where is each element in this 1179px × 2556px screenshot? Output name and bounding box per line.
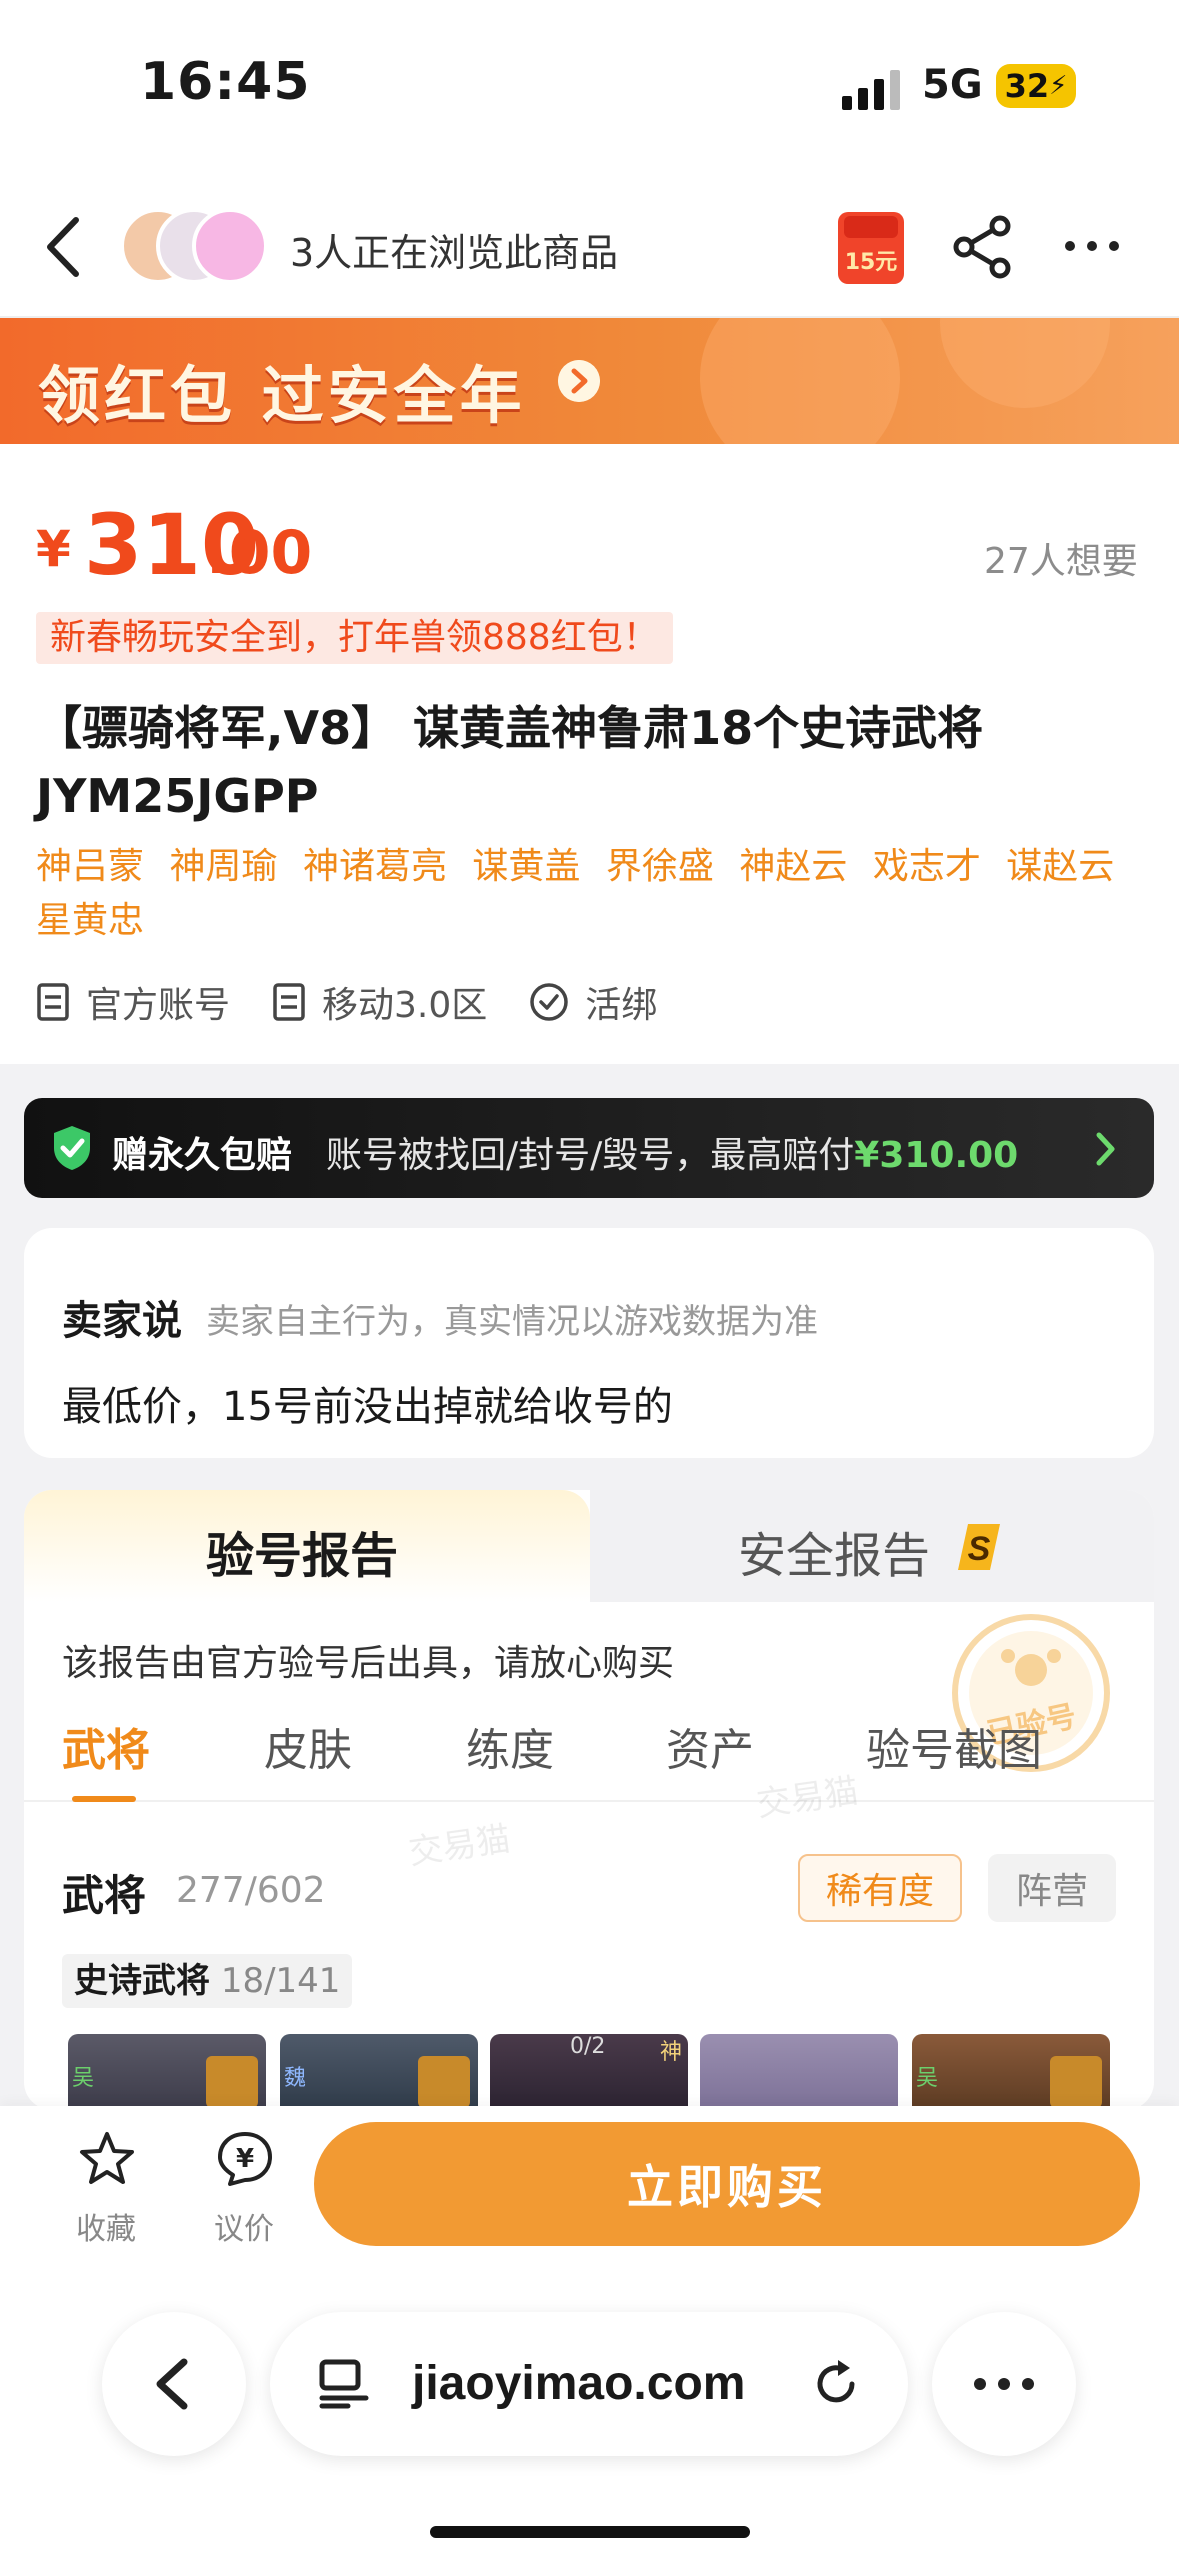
wanted-count: 27人想要 bbox=[984, 541, 1138, 582]
hero-card-camp: 吴 bbox=[72, 2066, 95, 2091]
hero-tag: 神诸葛亮 bbox=[302, 846, 447, 887]
seller-note-title: 卖家说 bbox=[62, 1298, 182, 1344]
bargain-icon[interactable]: ¥ bbox=[216, 2130, 274, 2188]
share-icon[interactable] bbox=[950, 214, 1016, 280]
filter-camp-button[interactable]: 阵营 bbox=[988, 1854, 1116, 1922]
heroes-label: 武将 bbox=[62, 1871, 147, 1920]
price-decimal: .00 bbox=[206, 518, 313, 588]
chevron-left-icon bbox=[156, 2358, 188, 2410]
more-icon bbox=[974, 2378, 1034, 2390]
heroes-count: 277/602 bbox=[176, 1870, 326, 1911]
hero-tag: 界徐盛 bbox=[605, 846, 714, 887]
battery-level: 32 bbox=[1004, 67, 1050, 105]
hero-card[interactable]: 吴 bbox=[912, 2034, 1110, 2114]
hero-tag: 星黄忠 bbox=[36, 900, 145, 941]
attr-account-type: 官方账号 bbox=[36, 976, 230, 1028]
tab-security-label: 安全报告 bbox=[738, 1528, 931, 1584]
shield-check-icon bbox=[54, 1126, 90, 1170]
tab-verification-label: 验号报告 bbox=[206, 1528, 399, 1584]
lantern-decoration bbox=[700, 318, 900, 444]
attr-server: 移动3.0区 bbox=[272, 976, 487, 1028]
subtab-assets[interactable]: 资产 bbox=[666, 1714, 754, 1778]
s-badge-icon: S bbox=[958, 1524, 1000, 1570]
product-attributes: 官方账号 移动3.0区 活绑 bbox=[36, 974, 699, 1030]
svg-text:¥: ¥ bbox=[236, 2144, 254, 2174]
lantern-decoration bbox=[940, 318, 1110, 408]
subtab-heroes[interactable]: 武将 bbox=[62, 1714, 150, 1778]
hero-card[interactable]: 魏 bbox=[280, 2034, 478, 2114]
hero-card-camp: 吴 bbox=[916, 2066, 939, 2091]
epic-count: 18/141 bbox=[220, 1961, 341, 2001]
coupon-icon[interactable]: 15元 bbox=[838, 212, 904, 284]
attr-label: 移动3.0区 bbox=[322, 985, 488, 1026]
check-circle-icon bbox=[530, 983, 569, 1021]
hero-card-camp: 神 bbox=[659, 2040, 682, 2065]
document-icon bbox=[37, 983, 69, 1021]
epic-label: 史诗武将 bbox=[74, 1961, 210, 2001]
coupon-label: 15元 bbox=[844, 250, 898, 275]
chevron-right-icon bbox=[1096, 1132, 1115, 1166]
favorite-label[interactable]: 收藏 bbox=[76, 2204, 136, 2248]
hero-card-progress: 0/2 bbox=[570, 2034, 606, 2059]
subtab-skins[interactable]: 皮肤 bbox=[264, 1714, 352, 1778]
subtab-mastery[interactable]: 练度 bbox=[466, 1714, 554, 1778]
hero-card-camp: 魏 bbox=[284, 2066, 307, 2091]
viewers-text: 3人正在浏览此商品 bbox=[290, 231, 619, 275]
report-note: 该报告由官方验号后出具，请放心购买 bbox=[62, 1643, 675, 1684]
bargain-label[interactable]: 议价 bbox=[214, 2204, 274, 2248]
epic-badge-icon bbox=[206, 2056, 258, 2108]
hero-card[interactable] bbox=[700, 2034, 898, 2114]
filter-rarity-button[interactable]: 稀有度 bbox=[798, 1854, 962, 1922]
subtab-active-indicator bbox=[72, 1796, 136, 1802]
seller-note-disclaimer: 卖家自主行为，真实情况以游戏数据为准 bbox=[206, 1302, 818, 1342]
attr-label: 活绑 bbox=[585, 985, 658, 1026]
hero-tag: 神赵云 bbox=[739, 846, 848, 887]
charging-icon: ⚡ bbox=[1049, 71, 1068, 101]
hero-card[interactable]: 0/2 神 bbox=[490, 2034, 688, 2114]
avatar bbox=[192, 208, 268, 284]
hero-tag: 戏志才 bbox=[872, 846, 981, 887]
hero-tag: 神周瑜 bbox=[169, 846, 278, 887]
browser-url: jiaoyimao.com bbox=[412, 2357, 746, 2410]
hero-tag: 谋赵云 bbox=[1006, 846, 1115, 887]
reload-icon[interactable] bbox=[808, 2356, 864, 2412]
insurance-title: 赠永久包赔 bbox=[112, 1135, 293, 1176]
browser-back-button[interactable] bbox=[102, 2312, 246, 2456]
epic-badge-icon bbox=[1050, 2056, 1102, 2108]
hero-tag: 谋黄盖 bbox=[472, 846, 581, 887]
banner-text: 领红包 过安全年 bbox=[38, 359, 526, 432]
attr-binding: 活绑 bbox=[529, 976, 657, 1028]
promo-strip: 新春畅玩安全到，打年兽领888红包！ bbox=[36, 612, 673, 664]
status-time: 16:45 bbox=[140, 52, 311, 112]
subtab-screenshots[interactable]: 验号截图 bbox=[866, 1714, 1042, 1778]
battery-indicator: 32 ⚡ bbox=[996, 64, 1076, 108]
insurance-amount: ¥310.00 bbox=[854, 1135, 1019, 1176]
insurance-desc-text: 账号被找回/封号/毁号，最高赔付 bbox=[326, 1135, 855, 1176]
browser-more-button[interactable] bbox=[932, 2312, 1076, 2456]
hero-card[interactable]: 吴 bbox=[68, 2034, 266, 2114]
price-symbol: ¥ bbox=[36, 520, 71, 578]
epic-badge-icon bbox=[418, 2056, 470, 2108]
document-icon bbox=[273, 983, 305, 1021]
buy-now-button[interactable]: 立即购买 bbox=[314, 2122, 1140, 2246]
star-icon[interactable] bbox=[78, 2130, 136, 2188]
hero-tags: 神吕蒙 神周瑜 神诸葛亮 谋黄盖 界徐盛 神赵云 戏志才 谋赵云 星黄忠 bbox=[36, 840, 1146, 948]
product-title: 【骠骑将军,V8】 谋黄盖神鲁肃18个史诗武将 JYM25JGPP bbox=[36, 701, 984, 823]
network-label: 5G bbox=[922, 62, 983, 108]
back-icon[interactable] bbox=[40, 212, 90, 282]
svg-text:S: S bbox=[968, 1530, 991, 1568]
attr-label: 官方账号 bbox=[86, 985, 231, 1026]
banner-arrow-icon bbox=[558, 360, 600, 402]
more-icon[interactable] bbox=[1062, 234, 1122, 258]
seller-note-text: 最低价，15号前没出掉就给收号的 bbox=[62, 1384, 673, 1430]
insurance-desc: 账号被找回/封号/毁号，最高赔付¥310.00 bbox=[326, 1126, 1018, 1178]
signal-icon bbox=[842, 70, 900, 110]
epic-heroes-chip[interactable]: 史诗武将 18/141 bbox=[62, 1954, 353, 2008]
page-menu-icon bbox=[319, 2359, 369, 2409]
viewer-avatars bbox=[120, 208, 270, 284]
home-indicator bbox=[430, 2526, 750, 2538]
hero-tag: 神吕蒙 bbox=[36, 846, 145, 887]
